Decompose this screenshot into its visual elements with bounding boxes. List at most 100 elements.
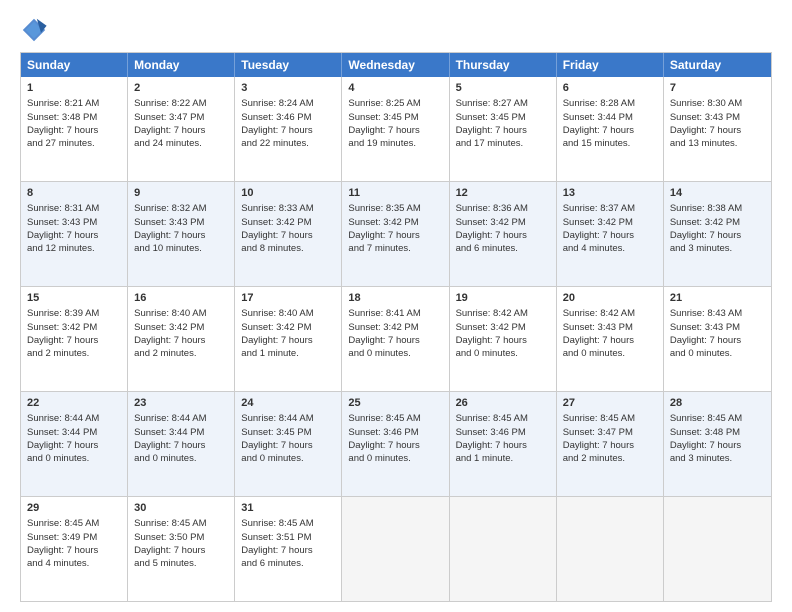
cell-info-line: Sunset: 3:48 PM <box>670 426 765 439</box>
cell-info-line: and 17 minutes. <box>456 137 550 150</box>
logo <box>20 16 52 44</box>
cell-info-line: Sunrise: 8:45 AM <box>241 517 335 530</box>
cal-cell: 25Sunrise: 8:45 AMSunset: 3:46 PMDayligh… <box>342 392 449 496</box>
cell-info-line: Sunset: 3:43 PM <box>563 321 657 334</box>
cal-header-cell: Saturday <box>664 53 771 77</box>
cell-info-line: Sunset: 3:47 PM <box>563 426 657 439</box>
cell-info-line: and 3 minutes. <box>670 452 765 465</box>
cal-cell: 23Sunrise: 8:44 AMSunset: 3:44 PMDayligh… <box>128 392 235 496</box>
cal-cell: 26Sunrise: 8:45 AMSunset: 3:46 PMDayligh… <box>450 392 557 496</box>
cell-info-line: Sunset: 3:44 PM <box>134 426 228 439</box>
cell-info-line: Daylight: 7 hours <box>563 439 657 452</box>
day-number: 22 <box>27 396 121 411</box>
day-number: 13 <box>563 186 657 201</box>
cell-info-line: Sunrise: 8:45 AM <box>670 412 765 425</box>
cal-cell <box>664 497 771 601</box>
cell-info-line: Daylight: 7 hours <box>134 544 228 557</box>
cell-info-line: Sunrise: 8:44 AM <box>27 412 121 425</box>
cell-info-line: Sunset: 3:42 PM <box>134 321 228 334</box>
cell-info-line: Daylight: 7 hours <box>348 334 442 347</box>
cell-info-line: and 2 minutes. <box>27 347 121 360</box>
day-number: 12 <box>456 186 550 201</box>
cell-info-line: and 19 minutes. <box>348 137 442 150</box>
cell-info-line: and 5 minutes. <box>134 557 228 570</box>
cell-info-line: and 4 minutes. <box>27 557 121 570</box>
cell-info-line: and 24 minutes. <box>134 137 228 150</box>
cell-info-line: Daylight: 7 hours <box>456 124 550 137</box>
cell-info-line: and 1 minute. <box>241 347 335 360</box>
day-number: 2 <box>134 81 228 96</box>
day-number: 31 <box>241 501 335 516</box>
cell-info-line: Daylight: 7 hours <box>563 229 657 242</box>
cal-cell: 1Sunrise: 8:21 AMSunset: 3:48 PMDaylight… <box>21 77 128 181</box>
cal-cell: 14Sunrise: 8:38 AMSunset: 3:42 PMDayligh… <box>664 182 771 286</box>
cell-info-line: and 13 minutes. <box>670 137 765 150</box>
cell-info-line: Sunrise: 8:45 AM <box>456 412 550 425</box>
day-number: 16 <box>134 291 228 306</box>
cell-info-line: Sunset: 3:43 PM <box>134 216 228 229</box>
cell-info-line: Sunset: 3:42 PM <box>456 216 550 229</box>
cal-cell: 16Sunrise: 8:40 AMSunset: 3:42 PMDayligh… <box>128 287 235 391</box>
day-number: 3 <box>241 81 335 96</box>
cell-info-line: Sunset: 3:45 PM <box>456 111 550 124</box>
cell-info-line: Daylight: 7 hours <box>27 334 121 347</box>
cal-cell: 31Sunrise: 8:45 AMSunset: 3:51 PMDayligh… <box>235 497 342 601</box>
cell-info-line: Sunset: 3:42 PM <box>456 321 550 334</box>
cell-info-line: Daylight: 7 hours <box>241 334 335 347</box>
cal-cell: 6Sunrise: 8:28 AMSunset: 3:44 PMDaylight… <box>557 77 664 181</box>
calendar-body: 1Sunrise: 8:21 AMSunset: 3:48 PMDaylight… <box>21 77 771 601</box>
cal-cell: 30Sunrise: 8:45 AMSunset: 3:50 PMDayligh… <box>128 497 235 601</box>
cell-info-line: Sunrise: 8:42 AM <box>563 307 657 320</box>
cal-cell: 2Sunrise: 8:22 AMSunset: 3:47 PMDaylight… <box>128 77 235 181</box>
cal-cell: 5Sunrise: 8:27 AMSunset: 3:45 PMDaylight… <box>450 77 557 181</box>
day-number: 21 <box>670 291 765 306</box>
cal-header-cell: Wednesday <box>342 53 449 77</box>
cell-info-line: Daylight: 7 hours <box>670 124 765 137</box>
cell-info-line: Sunrise: 8:43 AM <box>670 307 765 320</box>
cal-cell <box>557 497 664 601</box>
day-number: 8 <box>27 186 121 201</box>
cell-info-line: Sunset: 3:42 PM <box>670 216 765 229</box>
cell-info-line: Sunset: 3:50 PM <box>134 531 228 544</box>
cell-info-line: Sunrise: 8:36 AM <box>456 202 550 215</box>
cell-info-line: Sunrise: 8:22 AM <box>134 97 228 110</box>
day-number: 15 <box>27 291 121 306</box>
day-number: 4 <box>348 81 442 96</box>
cell-info-line: Sunset: 3:49 PM <box>27 531 121 544</box>
cal-row: 15Sunrise: 8:39 AMSunset: 3:42 PMDayligh… <box>21 286 771 391</box>
cal-cell <box>342 497 449 601</box>
cell-info-line: Daylight: 7 hours <box>134 334 228 347</box>
cell-info-line: and 0 minutes. <box>348 452 442 465</box>
cell-info-line: Daylight: 7 hours <box>670 334 765 347</box>
cell-info-line: Sunset: 3:43 PM <box>670 321 765 334</box>
cell-info-line: and 7 minutes. <box>348 242 442 255</box>
cell-info-line: and 6 minutes. <box>241 557 335 570</box>
cal-cell: 8Sunrise: 8:31 AMSunset: 3:43 PMDaylight… <box>21 182 128 286</box>
day-number: 30 <box>134 501 228 516</box>
cal-cell: 15Sunrise: 8:39 AMSunset: 3:42 PMDayligh… <box>21 287 128 391</box>
cell-info-line: and 8 minutes. <box>241 242 335 255</box>
cell-info-line: Sunset: 3:42 PM <box>563 216 657 229</box>
day-number: 5 <box>456 81 550 96</box>
cell-info-line: Daylight: 7 hours <box>670 229 765 242</box>
cal-row: 1Sunrise: 8:21 AMSunset: 3:48 PMDaylight… <box>21 77 771 181</box>
cell-info-line: Sunrise: 8:28 AM <box>563 97 657 110</box>
day-number: 1 <box>27 81 121 96</box>
cell-info-line: and 6 minutes. <box>456 242 550 255</box>
cell-info-line: Sunrise: 8:27 AM <box>456 97 550 110</box>
cell-info-line: and 3 minutes. <box>670 242 765 255</box>
page: SundayMondayTuesdayWednesdayThursdayFrid… <box>0 0 792 612</box>
cell-info-line: Daylight: 7 hours <box>241 439 335 452</box>
cell-info-line: and 0 minutes. <box>134 452 228 465</box>
cal-cell: 9Sunrise: 8:32 AMSunset: 3:43 PMDaylight… <box>128 182 235 286</box>
cell-info-line: Daylight: 7 hours <box>27 544 121 557</box>
cell-info-line: Daylight: 7 hours <box>241 124 335 137</box>
cell-info-line: Sunrise: 8:45 AM <box>348 412 442 425</box>
cal-cell: 20Sunrise: 8:42 AMSunset: 3:43 PMDayligh… <box>557 287 664 391</box>
cell-info-line: and 0 minutes. <box>27 452 121 465</box>
cell-info-line: Daylight: 7 hours <box>27 229 121 242</box>
cell-info-line: Sunset: 3:45 PM <box>241 426 335 439</box>
cell-info-line: Sunset: 3:42 PM <box>241 321 335 334</box>
cell-info-line: Sunset: 3:44 PM <box>563 111 657 124</box>
cell-info-line: Daylight: 7 hours <box>348 124 442 137</box>
